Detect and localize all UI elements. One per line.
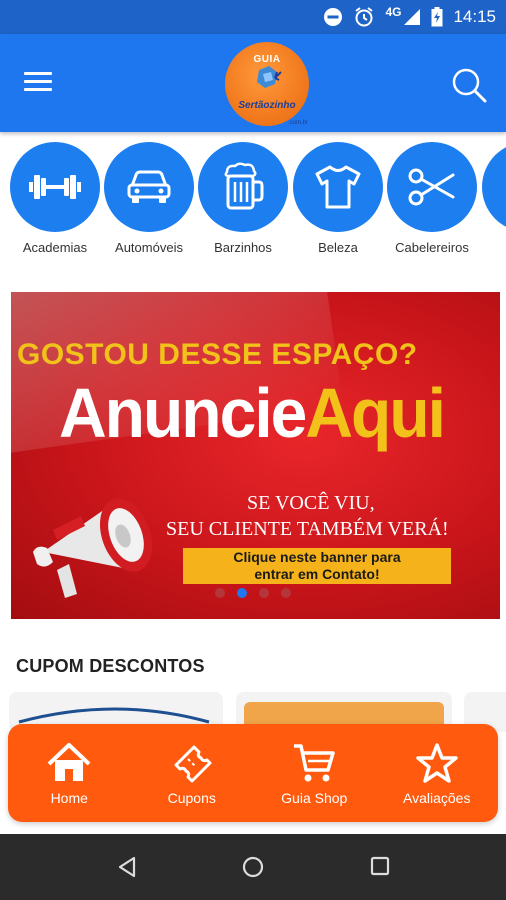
category-beleza[interactable]: Beleza (292, 142, 384, 255)
logo-domain: .com.br (288, 120, 309, 126)
scissors-icon (387, 142, 477, 232)
alarm-icon (355, 7, 374, 27)
category-cabelereiros[interactable]: Cabelereiros (386, 142, 478, 255)
home-icon (13, 742, 125, 784)
carousel-dot[interactable] (281, 588, 291, 598)
logo-map-pin-icon (257, 66, 282, 88)
cart-icon (258, 742, 370, 784)
nav-home[interactable]: Home (13, 742, 125, 806)
star-icon (381, 742, 493, 784)
banner-box-line-2: entrar em Contato! (254, 566, 380, 582)
banner-cta: AnuncieAqui (59, 378, 446, 447)
signal-icon (404, 9, 421, 25)
tshirt-icon (293, 142, 383, 232)
category-label: Beleza (318, 240, 358, 255)
banner-headline: GOSTOU DESSE ESPAÇO? (17, 338, 418, 371)
car-icon (104, 142, 194, 232)
banner-contact-box: Clique neste banner para entrar em Conta… (183, 548, 451, 584)
carousel-dot[interactable] (215, 588, 225, 598)
battery-charging-icon (431, 7, 443, 27)
nav-cupons-label: Cupons (167, 790, 216, 806)
search-icon[interactable] (450, 66, 488, 104)
system-nav-bar (0, 834, 506, 900)
coupons-section-title: CUPOM DESCONTOS (16, 656, 205, 676)
beer-mug-icon (198, 142, 288, 232)
nav-home-label: Home (50, 790, 88, 806)
network-type: 4G (385, 5, 402, 19)
category-circle-partial (482, 142, 506, 232)
category-next-partial[interactable] (481, 142, 506, 232)
category-label: Academias (22, 240, 88, 255)
category-academias[interactable]: Academias (9, 142, 101, 255)
app-logo[interactable]: GUIA Sertãozinho (225, 42, 309, 126)
ticket-icon (136, 742, 248, 784)
bottom-nav: Home Cupons Guia Shop Avaliações (8, 724, 498, 822)
nav-cupons[interactable]: Cupons (136, 742, 248, 806)
app-screen: 4G 14:15 GUIA Sertãozinho .com.br Academ… (0, 0, 506, 900)
recents-icon[interactable] (370, 856, 390, 876)
dumbbell-icon (10, 142, 100, 232)
status-bar: 4G 14:15 (0, 0, 506, 34)
promo-banner[interactable]: GOSTOU DESSE ESPAÇO? AnuncieAqui SE VOCÊ… (11, 292, 500, 619)
banner-cta-yellow: Aqui (305, 374, 446, 452)
nav-guia-shop-label: Guia Shop (281, 790, 348, 806)
banner-box-line-1: Clique neste banner para (233, 549, 401, 565)
app-bar: GUIA Sertãozinho .com.br (0, 34, 506, 132)
megaphone-icon (33, 498, 153, 598)
banner-line-1: SE VOCÊ VIU, (247, 492, 375, 514)
carousel-dot-active[interactable] (237, 588, 247, 598)
nav-guia-shop[interactable]: Guia Shop (258, 742, 370, 806)
nav-avaliacoes[interactable]: Avaliações (381, 742, 493, 806)
carousel-dots (215, 588, 291, 598)
carousel-dot[interactable] (259, 588, 269, 598)
category-automoveis[interactable]: Automóveis (103, 142, 195, 255)
home-circle-icon[interactable] (242, 856, 264, 878)
clock: 14:15 (453, 7, 496, 26)
back-icon[interactable] (116, 856, 138, 878)
menu-icon[interactable] (24, 72, 54, 94)
banner-cta-white: Anuncie (59, 374, 307, 452)
do-not-disturb-icon (324, 8, 343, 26)
category-label: Cabelereiros (395, 240, 469, 255)
category-label: Automóveis (115, 240, 183, 255)
category-barzinhos[interactable]: Barzinhos (197, 142, 289, 255)
category-label: Barzinhos (214, 240, 272, 255)
banner-line-2: SEU CLIENTE TAMBÉM VERÁ! (166, 518, 449, 540)
category-carousel[interactable]: Academias Automóveis Barzinhos Beleza Ca… (0, 132, 506, 262)
nav-avaliacoes-label: Avaliações (403, 790, 471, 806)
logo-text-bottom: Sertãozinho (238, 100, 296, 111)
